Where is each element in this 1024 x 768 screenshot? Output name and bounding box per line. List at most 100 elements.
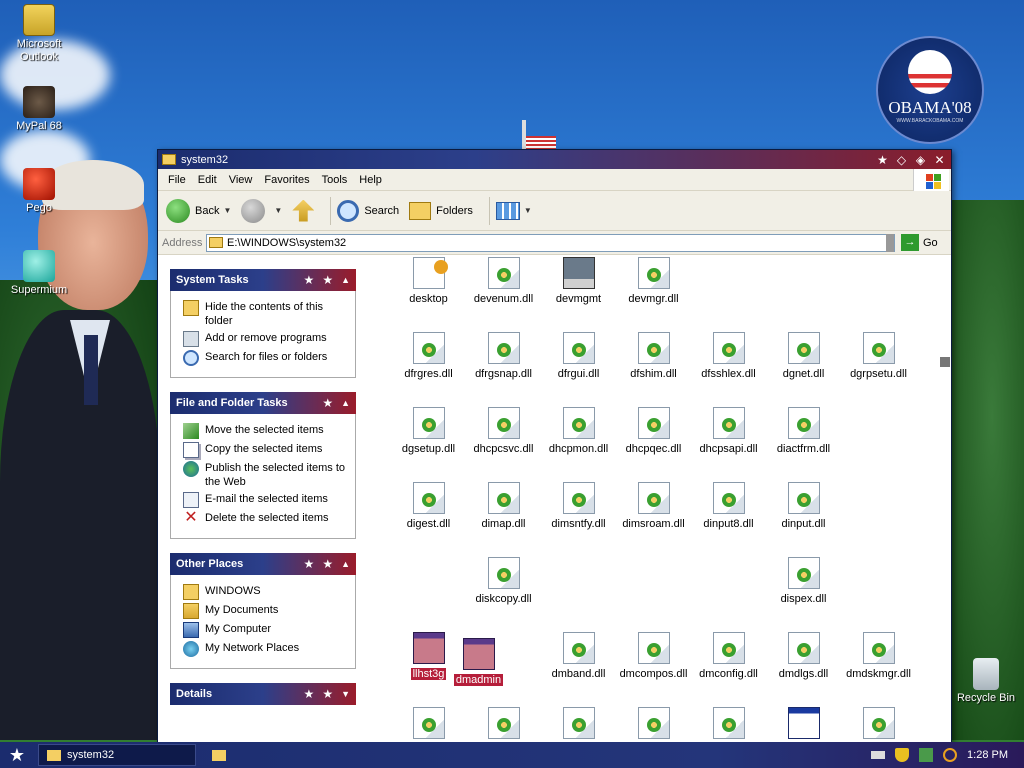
back-button[interactable]: Back ▼ <box>166 198 231 223</box>
file-item[interactable]: devmgr.dll <box>616 257 691 305</box>
go-button[interactable]: → Go <box>901 234 947 251</box>
menu-tools[interactable]: Tools <box>316 174 354 186</box>
move-icon <box>183 423 199 439</box>
file-item[interactable]: dhcpmon.dll <box>541 407 616 455</box>
menu-favorites[interactable]: Favorites <box>258 174 315 186</box>
file-item[interactable]: dimsntfy.dll <box>541 482 616 530</box>
file-item[interactable]: dimap.dll <box>466 482 541 530</box>
collapse-icon[interactable]: ▲ <box>341 398 350 408</box>
chevron-down-icon[interactable]: ▼ <box>524 206 532 215</box>
file-item[interactable]: devmgmt <box>541 257 616 305</box>
file-item-partial[interactable] <box>841 707 916 743</box>
file-item[interactable]: dhcpsapi.dll <box>691 407 766 455</box>
collapse-icon[interactable]: ▲ <box>341 275 350 285</box>
file-item-partial[interactable] <box>766 707 841 743</box>
file-item[interactable]: dfshim.dll <box>616 332 691 380</box>
file-item[interactable]: dinput.dll <box>766 482 841 530</box>
task-hide-contents[interactable]: Hide the contents of this folder <box>183 300 347 328</box>
file-item[interactable]: dmdskmgr.dll <box>841 632 916 680</box>
file-item[interactable]: dhcpqec.dll <box>616 407 691 455</box>
task-add-remove-programs[interactable]: Add or remove programs <box>183 331 347 347</box>
file-item-partial[interactable] <box>691 707 766 743</box>
search-icon[interactable] <box>943 748 958 762</box>
file-item[interactable]: dfsshlex.dll <box>691 332 766 380</box>
file-item[interactable]: dhcpcsvc.dll <box>466 407 541 455</box>
minimize-button[interactable]: ◇ <box>894 153 909 167</box>
address-input[interactable]: E:\WINDOWS\system32 <box>206 233 895 252</box>
vertical-scrollbar[interactable] <box>939 255 951 743</box>
file-item[interactable]: dmband.dll <box>541 632 616 680</box>
file-item[interactable]: diskcopy.dll <box>466 557 541 605</box>
place-my-network[interactable]: My Network Places <box>183 641 347 657</box>
desktop-icon-outlook[interactable]: Microsoft Outlook <box>1 4 77 64</box>
menu-help[interactable]: Help <box>353 174 388 186</box>
star-icon: ★ <box>322 396 334 410</box>
quick-launch-folder-icon[interactable] <box>212 749 226 761</box>
file-item[interactable]: dmconfig.dll <box>691 632 766 680</box>
place-my-documents[interactable]: My Documents <box>183 603 347 619</box>
task-search-files[interactable]: Search for files or folders <box>183 350 347 366</box>
file-item[interactable]: dispex.dll <box>766 557 841 605</box>
file-item[interactable]: devenum.dll <box>466 257 541 305</box>
other-places-header[interactable]: Other Places ★ ★ ▲ <box>170 553 356 575</box>
file-item[interactable]: dmdlgs.dll <box>766 632 841 680</box>
separator <box>488 196 490 225</box>
file-item[interactable]: digest.dll <box>391 482 466 530</box>
desktop-icon-pego[interactable]: Pego <box>1 168 77 215</box>
desktop-icon-supermium[interactable]: Supermium <box>1 250 77 297</box>
menu-file[interactable]: File <box>162 174 192 186</box>
file-item[interactable]: dfrgres.dll <box>391 332 466 380</box>
scrollbar-thumb[interactable] <box>940 357 950 367</box>
file-tasks-header[interactable]: File and Folder Tasks ★ ▲ <box>170 392 356 414</box>
forward-button[interactable]: ▼ <box>241 198 282 223</box>
details-header[interactable]: Details ★ ★ ▼ <box>170 683 356 705</box>
file-item-selected[interactable]: dmadmin <box>441 638 516 686</box>
file-item[interactable]: desktop <box>391 257 466 305</box>
file-item[interactable]: dimsroam.dll <box>616 482 691 530</box>
file-item-partial[interactable] <box>391 707 466 743</box>
close-button[interactable]: ✕ <box>932 153 947 167</box>
task-publish[interactable]: Publish the selected items to the Web <box>183 461 347 489</box>
file-item[interactable]: dgnet.dll <box>766 332 841 380</box>
address-dropdown-button[interactable] <box>886 233 894 252</box>
clock[interactable]: 1:28 PM <box>967 749 1008 761</box>
menu-edit[interactable]: Edit <box>192 174 223 186</box>
system-tasks-header[interactable]: System Tasks ★ ★ ▲ <box>170 269 356 291</box>
desktop-icon-mypal[interactable]: MyPal 68 <box>1 86 77 133</box>
chevron-down-icon[interactable]: ▼ <box>223 206 231 215</box>
taskbar-button-system32[interactable]: system32 <box>38 744 196 766</box>
task-copy[interactable]: Copy the selected items <box>183 442 347 458</box>
file-item-partial[interactable] <box>541 707 616 743</box>
place-my-computer[interactable]: My Computer <box>183 622 347 638</box>
chevron-down-icon[interactable]: ▼ <box>274 206 282 215</box>
network-icon[interactable] <box>919 748 934 762</box>
file-item[interactable]: dgsetup.dll <box>391 407 466 455</box>
folders-button[interactable]: Folders <box>409 201 473 220</box>
file-item[interactable]: dinput8.dll <box>691 482 766 530</box>
file-item[interactable]: dfrgui.dll <box>541 332 616 380</box>
task-delete[interactable]: ✕ Delete the selected items <box>183 510 347 527</box>
panel-title: File and Folder Tasks <box>176 397 288 409</box>
keyboard-icon[interactable] <box>871 751 886 759</box>
expand-icon[interactable]: ▼ <box>341 689 350 699</box>
file-item[interactable]: dgrpsetu.dll <box>841 332 916 380</box>
task-email[interactable]: E-mail the selected items <box>183 492 347 508</box>
file-item[interactable]: dfrgsnap.dll <box>466 332 541 380</box>
security-shield-icon[interactable] <box>895 748 910 762</box>
collapse-icon[interactable]: ▲ <box>341 559 350 569</box>
start-button[interactable]: ★ <box>0 742 34 768</box>
file-item[interactable]: diactfrm.dll <box>766 407 841 455</box>
search-button[interactable]: Search <box>337 199 399 222</box>
desktop-icon-label: Microsoft Outlook <box>16 38 62 63</box>
desktop-icon-recycle-bin[interactable]: Recycle Bin <box>948 658 1024 705</box>
file-item-partial[interactable] <box>616 707 691 743</box>
place-windows[interactable]: WINDOWS <box>183 584 347 600</box>
views-button[interactable]: ▼ <box>495 201 532 220</box>
maximize-button[interactable]: ◈ <box>913 153 928 167</box>
menu-view[interactable]: View <box>223 174 259 186</box>
title-bar[interactable]: system32 ★ ◇ ◈ ✕ <box>158 150 951 169</box>
file-item[interactable]: dmcompos.dll <box>616 632 691 680</box>
task-move[interactable]: Move the selected items <box>183 423 347 439</box>
file-item-partial[interactable] <box>466 707 541 743</box>
up-folder-button[interactable] <box>292 199 315 222</box>
